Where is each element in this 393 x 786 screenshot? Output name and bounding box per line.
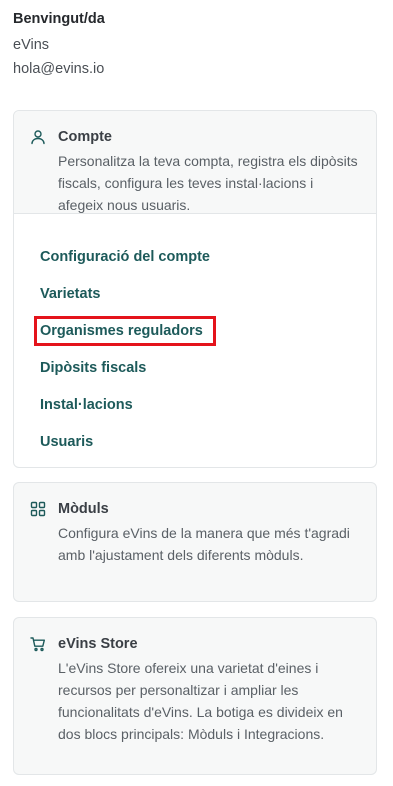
link-users[interactable]: Usuaris (40, 432, 210, 469)
modules-card[interactable]: Mòduls Configura eVins de la manera que … (13, 482, 377, 602)
account-links: Configuració del compte Varietats Organi… (40, 247, 210, 469)
cart-icon (30, 637, 45, 652)
account-card-title: Compte (58, 129, 112, 145)
store-card-description: L'eVins Store ofereix una varietat d'ein… (58, 660, 343, 742)
account-card-header[interactable]: Compte Personalitza la teva compta, regi… (14, 111, 376, 214)
link-installations[interactable]: Instal·lacions (40, 395, 210, 432)
store-card-title: eVins Store (58, 636, 138, 652)
link-tax-warehouses[interactable]: Dipòsits fiscals (40, 358, 210, 395)
account-card-description: Personalitza la teva compta, registra el… (58, 153, 358, 213)
store-card[interactable]: eVins Store L'eVins Store ofereix una va… (13, 617, 377, 775)
link-varieties[interactable]: Varietats (40, 284, 210, 321)
link-account-settings[interactable]: Configuració del compte (40, 247, 210, 284)
link-regulatory-bodies[interactable]: Organismes reguladors (40, 321, 210, 358)
user-icon (31, 130, 45, 145)
modules-card-description: Configura eVins de la manera que més t'a… (58, 525, 350, 563)
account-email: hola@evins.io (13, 61, 105, 77)
account-name: eVins (13, 37, 50, 53)
account-card: Compte Personalitza la teva compta, regi… (13, 110, 377, 468)
grid-icon (30, 501, 46, 517)
welcome-block: Benvingut/da eVins hola@evins.io (13, 9, 105, 81)
welcome-title: Benvingut/da (13, 11, 105, 27)
modules-card-title: Mòduls (58, 501, 109, 517)
